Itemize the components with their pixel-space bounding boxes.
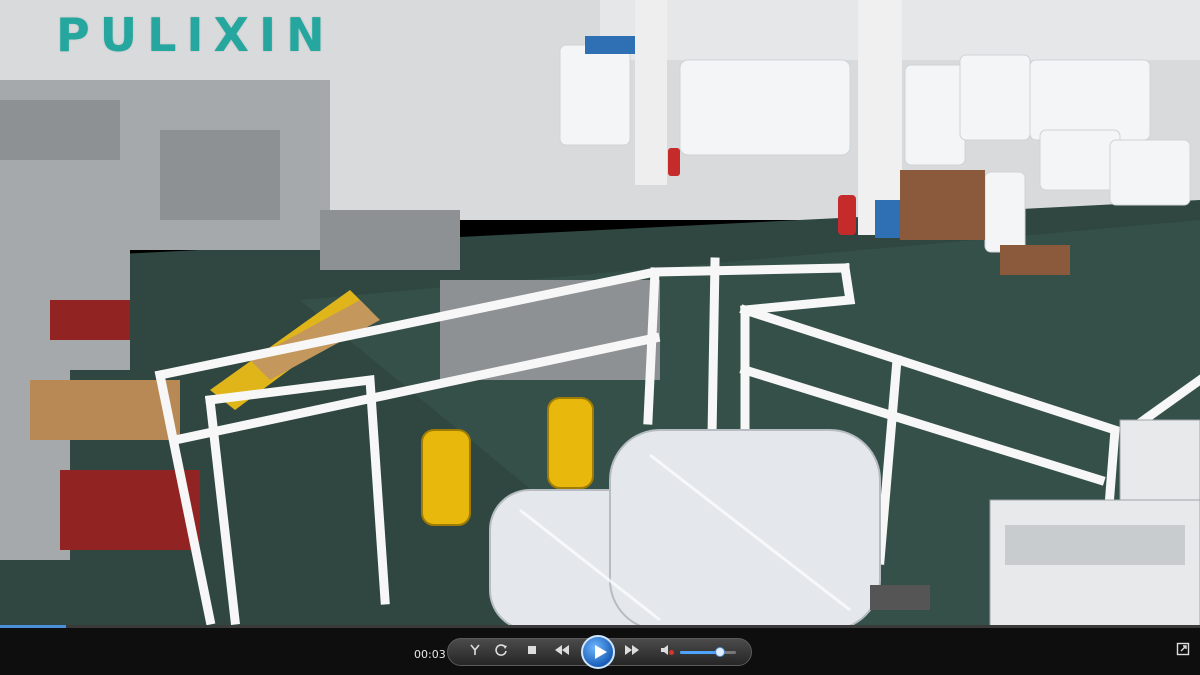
fullscreen-icon[interactable] [1176,642,1190,656]
play-button[interactable] [581,635,615,669]
volume-icon[interactable] [658,643,676,661]
video-frame[interactable]: PULIXIN [0,0,1200,628]
repeat-icon[interactable] [492,643,510,661]
volume-slider[interactable] [680,647,736,657]
play-icon [595,645,607,659]
rewind-icon[interactable] [553,643,571,661]
player-controls: 00:03 [0,628,1200,675]
fast-forward-icon[interactable] [623,643,641,661]
media-player: PULIXIN 00:03 [0,0,1200,675]
factory-scene-icon [0,0,1200,628]
stop-icon[interactable] [523,643,541,661]
elapsed-time: 00:03 [414,648,446,661]
transport-bar [447,635,752,669]
tools-icon[interactable] [466,643,484,661]
volume-knob[interactable] [715,647,726,657]
brand-watermark: PULIXIN [56,8,335,62]
volume-level [680,651,721,654]
